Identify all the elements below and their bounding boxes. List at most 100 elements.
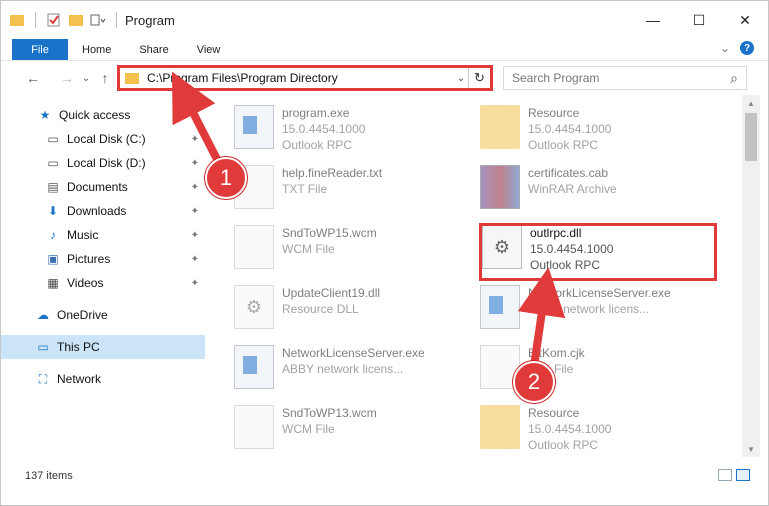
dll-gear-icon: ⚙ bbox=[234, 285, 274, 329]
folder-icon bbox=[10, 15, 24, 26]
sidebar-item-label: Documents bbox=[67, 180, 128, 194]
file-tile[interactable]: program.exe 15.0.4454.1000 Outlook RPC bbox=[234, 105, 474, 163]
sidebar-item-label: Videos bbox=[67, 276, 104, 290]
sidebar-item-pictures[interactable]: ▣ Pictures ✦ bbox=[1, 247, 205, 271]
folder-icon bbox=[125, 72, 139, 84]
vertical-scrollbar[interactable]: ▲ ▼ bbox=[742, 95, 760, 457]
explorer-window: Program — ☐ ✕ File Home Share View ⌄ ? ←… bbox=[0, 0, 769, 506]
view-buttons bbox=[718, 469, 750, 481]
sidebar-item-network[interactable]: ⛶ Network bbox=[1, 367, 205, 391]
pin-icon: ✦ bbox=[190, 205, 199, 217]
search-placeholder: Search Program bbox=[512, 71, 600, 85]
sidebar-item-label: Pictures bbox=[67, 252, 111, 266]
sidebar-item-local-disk-d[interactable]: ▭ Local Disk (D:) ✦ bbox=[1, 151, 205, 175]
file-tile[interactable]: Resource 15.0.4454.1000 Outlook RPC bbox=[480, 105, 720, 163]
file-detail: TXT File bbox=[282, 182, 328, 196]
sidebar-item-documents[interactable]: ▤ Documents ✦ bbox=[1, 175, 205, 199]
customize-toolbar-icon[interactable] bbox=[90, 13, 106, 27]
forward-button[interactable]: → bbox=[55, 66, 79, 90]
sidebar-item-downloads[interactable]: ⬇ Downloads ✦ bbox=[1, 199, 205, 223]
folder-icon bbox=[480, 405, 520, 449]
sidebar-item-local-disk-c[interactable]: ▭ Local Disk (C:) ✦ bbox=[1, 127, 205, 151]
file-detail: Outlook RPC bbox=[282, 138, 353, 152]
file-tile[interactable]: SndToWP13.wcm WCM File bbox=[234, 405, 474, 457]
address-path[interactable]: C:\Program Files\Program Directory bbox=[147, 71, 454, 85]
videos-icon: ▦ bbox=[47, 276, 59, 290]
file-detail: Outlook RPC bbox=[528, 438, 599, 452]
folder-icon bbox=[480, 105, 520, 149]
sidebar-item-onedrive[interactable]: ☁ OneDrive bbox=[1, 303, 205, 327]
sidebar-item-label: Music bbox=[67, 228, 99, 242]
sidebar-item-label: Quick access bbox=[59, 108, 131, 122]
navigation-pane: ★ Quick access ▭ Local Disk (C:) ✦ ▭ Loc… bbox=[1, 101, 207, 461]
maximize-button[interactable]: ☐ bbox=[676, 1, 722, 39]
file-name: Resource bbox=[528, 106, 580, 120]
application-icon bbox=[234, 345, 274, 389]
file-tile[interactable]: Resource 15.0.4454.1000 Outlook RPC bbox=[480, 405, 720, 457]
drive-icon: ▭ bbox=[47, 132, 59, 146]
file-tile[interactable]: certificates.cab WinRAR Archive bbox=[480, 165, 720, 223]
close-button[interactable]: ✕ bbox=[722, 1, 768, 39]
scroll-thumb[interactable] bbox=[745, 113, 757, 161]
application-icon bbox=[234, 105, 274, 149]
file-name: Resource bbox=[528, 406, 580, 420]
address-bar[interactable]: C:\Program Files\Program Directory ⌄ ↻ bbox=[117, 65, 493, 91]
ribbon-right: ⌄ ? bbox=[720, 41, 754, 55]
address-dropdown-icon[interactable]: ⌄ bbox=[454, 73, 468, 84]
properties-icon[interactable] bbox=[46, 13, 62, 27]
sidebar-item-label: Local Disk (C:) bbox=[67, 132, 146, 146]
item-count: 137 items bbox=[25, 470, 73, 482]
new-folder-icon[interactable] bbox=[68, 13, 84, 27]
file-tile[interactable]: ⚙ UpdateClient19.dll Resource DLL bbox=[234, 285, 474, 343]
sidebar-item-this-pc[interactable]: ▭ This PC bbox=[1, 335, 205, 359]
scroll-down-icon[interactable]: ▼ bbox=[742, 441, 760, 457]
tab-view[interactable]: View bbox=[183, 39, 235, 60]
file-detail: ABBY network licens... bbox=[282, 362, 404, 376]
status-bar: 137 items bbox=[1, 465, 768, 487]
file-detail: WCM File bbox=[282, 242, 335, 256]
file-tile[interactable]: SndToWP15.wcm WCM File bbox=[234, 225, 474, 283]
ribbon-tabs: File Home Share View ⌄ ? bbox=[1, 39, 768, 61]
tab-home[interactable]: Home bbox=[68, 39, 125, 60]
documents-icon: ▤ bbox=[47, 180, 59, 194]
star-icon: ★ bbox=[39, 108, 51, 122]
sidebar-item-label: OneDrive bbox=[57, 308, 108, 322]
toolbar-separator bbox=[35, 12, 36, 28]
file-icon bbox=[234, 225, 274, 269]
search-icon: ⌕ bbox=[730, 69, 738, 86]
downloads-icon: ⬇ bbox=[47, 204, 59, 218]
tab-file[interactable]: File bbox=[12, 39, 68, 60]
pin-icon: ✦ bbox=[190, 277, 199, 289]
scroll-up-icon[interactable]: ▲ bbox=[742, 95, 760, 111]
expand-ribbon-icon[interactable]: ⌄ bbox=[720, 41, 730, 55]
file-detail: ABBY network licens... bbox=[528, 302, 650, 316]
sidebar-item-videos[interactable]: ▦ Videos ✦ bbox=[1, 271, 205, 295]
file-detail: 15.0.4454.1000 bbox=[528, 422, 612, 436]
up-button[interactable]: ↑ bbox=[93, 66, 117, 90]
quick-access-toolbar bbox=[1, 1, 121, 39]
pin-icon: ✦ bbox=[190, 181, 199, 193]
sidebar-item-quick-access[interactable]: ★ Quick access bbox=[1, 103, 205, 127]
minimize-button[interactable]: — bbox=[630, 1, 676, 39]
step-badge-1: 1 bbox=[205, 157, 247, 199]
application-icon bbox=[480, 285, 520, 329]
window-title: Program bbox=[125, 12, 175, 28]
details-view-icon[interactable] bbox=[718, 469, 732, 481]
sidebar-item-music[interactable]: ♪ Music ✦ bbox=[1, 223, 205, 247]
file-tile[interactable]: NetworkLicenseServer.exe ABBY network lic… bbox=[480, 285, 720, 343]
title-bar: Program — ☐ ✕ bbox=[1, 1, 768, 39]
recent-locations-button[interactable]: ⌄ bbox=[79, 66, 93, 90]
refresh-button[interactable]: ↻ bbox=[468, 68, 490, 88]
file-name: NetworkLicenseServer.exe bbox=[282, 346, 425, 360]
sidebar-item-label: This PC bbox=[57, 340, 100, 354]
pictures-icon: ▣ bbox=[47, 252, 59, 266]
tab-share[interactable]: Share bbox=[125, 39, 182, 60]
search-input[interactable]: Search Program ⌕ bbox=[503, 66, 747, 90]
back-button[interactable]: ← bbox=[21, 66, 45, 90]
file-tile[interactable]: help.fineReader.txt TXT File bbox=[234, 165, 474, 223]
help-icon[interactable]: ? bbox=[740, 41, 754, 55]
file-tile[interactable]: NetworkLicenseServer.exe ABBY network lic… bbox=[234, 345, 474, 403]
file-name: certificates.cab bbox=[528, 166, 609, 180]
sidebar-item-label: Network bbox=[57, 372, 102, 386]
large-icons-view-icon[interactable] bbox=[736, 469, 750, 481]
